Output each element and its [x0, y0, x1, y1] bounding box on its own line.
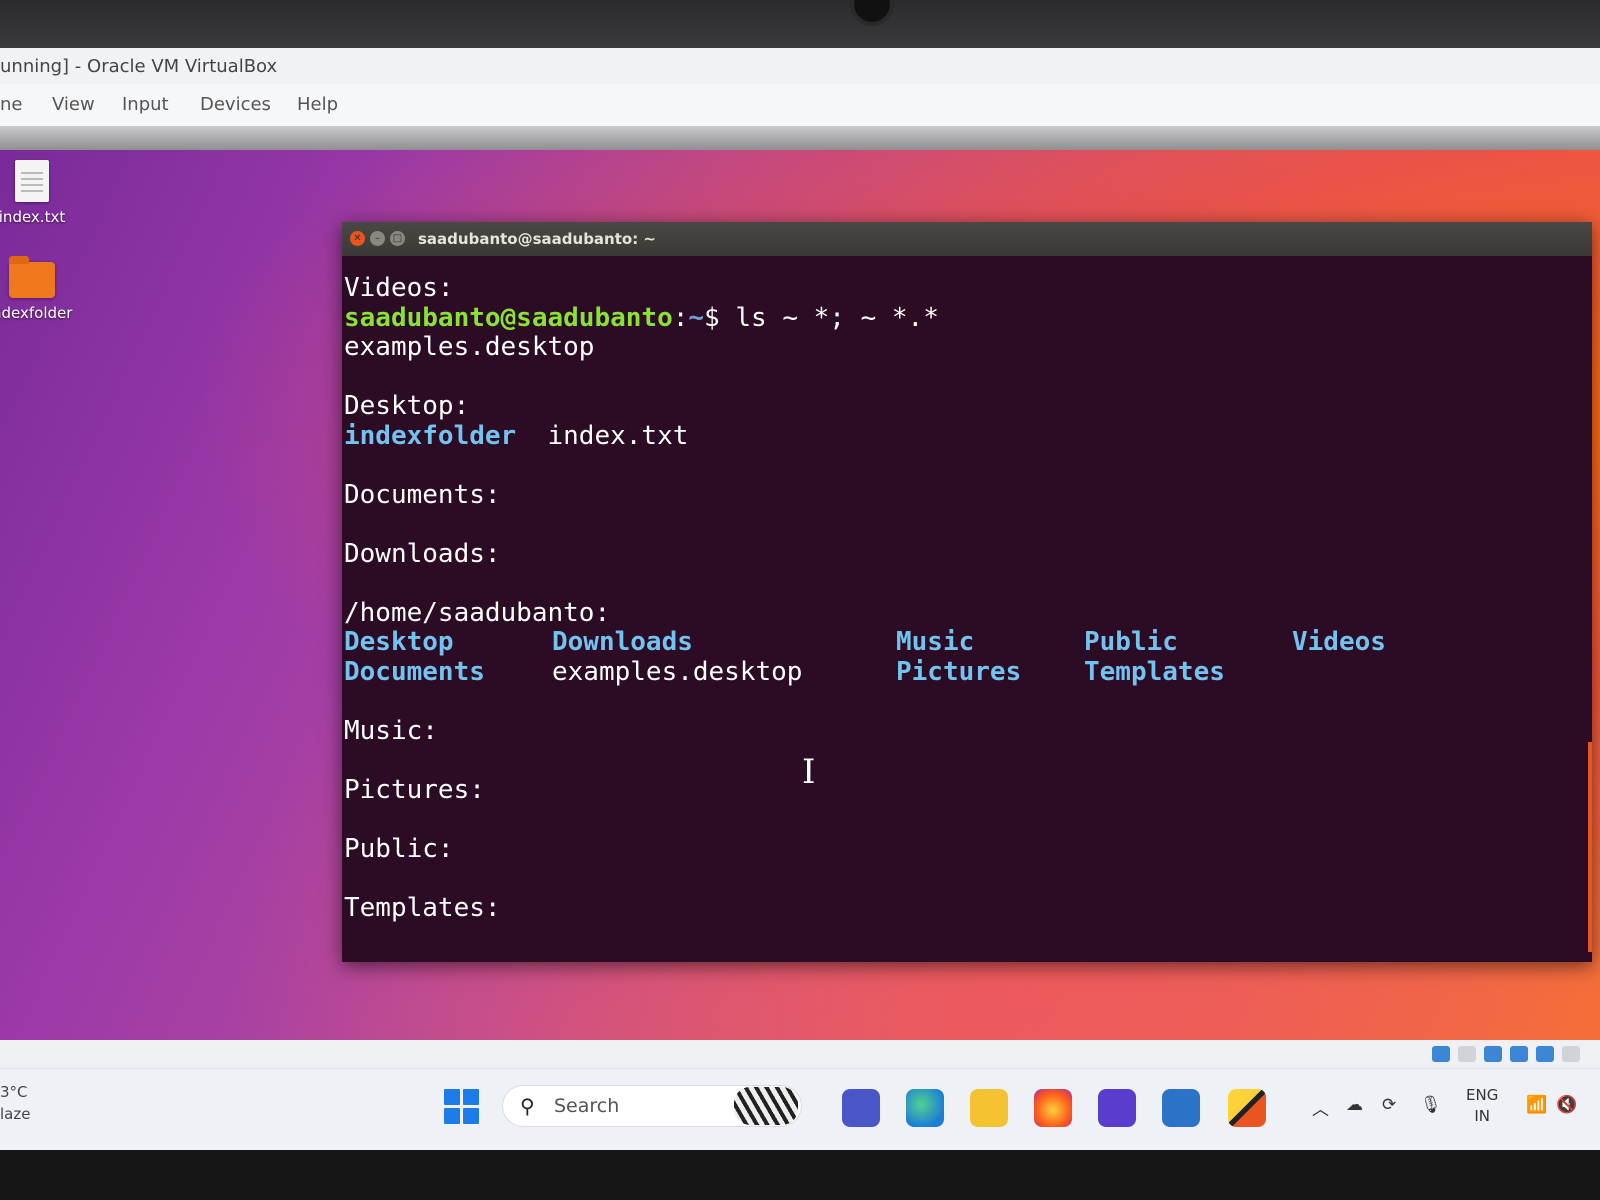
file-entry: index.txt — [547, 420, 689, 451]
file-explorer-icon[interactable] — [970, 1089, 1008, 1127]
microphone-icon[interactable]: 🎙 — [1420, 1095, 1442, 1115]
menu-help[interactable]: Help — [297, 94, 338, 115]
onedrive-icon[interactable]: ☁ — [1346, 1095, 1363, 1115]
virtualbox-titlebar: unning] - Oracle VM VirtualBox — [0, 48, 1600, 85]
webcam — [850, 0, 894, 26]
terminal-titlebar[interactable]: ✕ – □ saadubanto@saadubanto: ~ — [342, 222, 1592, 256]
dir-entry: Desktop — [344, 627, 454, 657]
search-highlight-image — [734, 1087, 798, 1125]
language-indicator[interactable]: ENG IN — [1466, 1085, 1498, 1127]
prompt-command: $ ls ~ *; ~ *.* — [704, 302, 939, 333]
wifi-icon[interactable]: 📶 — [1526, 1095, 1547, 1115]
prompt-user: saadubanto@saadubanto — [344, 302, 673, 333]
terminal-line: Pictures: — [344, 774, 485, 805]
menu-machine[interactable]: ne — [0, 94, 22, 115]
terminal-line: Documents: — [344, 479, 501, 510]
terminal-title: saadubanto@saadubanto: ~ — [418, 230, 656, 248]
audio-status-icon[interactable] — [1484, 1046, 1502, 1062]
teams-icon[interactable] — [842, 1089, 880, 1127]
language-code: ENG — [1466, 1086, 1499, 1104]
close-icon[interactable]: ✕ — [350, 231, 365, 246]
terminal-line: /home/saadubanto: — [344, 597, 611, 628]
ubuntu-desktop: index.txt ndexfolder ✕ – □ saadubanto@sa… — [0, 150, 1600, 1040]
dir-entry: Documents — [344, 656, 485, 687]
optical-status-icon[interactable] — [1458, 1046, 1476, 1062]
laptop-bezel-bottom — [0, 1150, 1600, 1200]
weather-description: laze — [0, 1105, 31, 1123]
virtualbox-icon[interactable] — [1162, 1089, 1200, 1127]
file-entry: examples.desktop — [552, 656, 803, 687]
text-file-icon — [15, 160, 49, 202]
terminal-line: Desktop: — [344, 391, 470, 421]
menu-view[interactable]: View — [52, 94, 95, 115]
windows-logo-icon — [444, 1089, 460, 1105]
network-status-icon[interactable] — [1510, 1046, 1528, 1062]
terminal-output[interactable]: Videos: saadubanto@saadubanto:~$ ls ~ *; … — [342, 256, 1592, 962]
chevron-up-icon[interactable]: ︿ — [1312, 1095, 1329, 1120]
terminal-line: Downloads: — [344, 538, 501, 569]
terminal-line: examples.desktop — [344, 332, 595, 362]
edge-icon[interactable] — [906, 1089, 944, 1127]
copilot-icon[interactable] — [1098, 1089, 1136, 1127]
terminal-line: Templates: — [344, 892, 501, 923]
firefox-icon[interactable] — [1034, 1089, 1072, 1127]
dir-entry: indexfolder — [344, 420, 517, 451]
sync-icon[interactable]: ⟳ — [1382, 1095, 1396, 1115]
terminal-line: Public: — [344, 833, 454, 864]
desktop-icon-label: ndexfolder — [0, 304, 73, 322]
virtualbox-status-bar — [0, 1040, 1600, 1068]
terminal-line: Documents examples.desktop Pictures Templat… — [344, 656, 1592, 688]
terminal-window[interactable]: ✕ – □ saadubanto@saadubanto: ~ Videos: sa… — [342, 222, 1592, 962]
storage-status-icon[interactable] — [1432, 1046, 1450, 1062]
scrollbar[interactable] — [1588, 742, 1592, 952]
minimize-icon[interactable]: – — [370, 231, 385, 246]
shared-folder-status-icon[interactable] — [1562, 1046, 1580, 1062]
search-placeholder: Search — [554, 1095, 620, 1117]
menu-input[interactable]: Input — [122, 94, 169, 115]
start-button[interactable] — [444, 1089, 480, 1125]
weather-temperature: 3°C — [0, 1083, 28, 1101]
desktop-icon-indexfolder[interactable]: ndexfolder — [0, 256, 73, 322]
terminal-line: Videos: — [344, 273, 454, 303]
dir-entry: Public — [1084, 627, 1178, 657]
taskbar-search[interactable]: ⚲ Search — [502, 1085, 802, 1127]
windows-taskbar: 3°C laze ⚲ Search ︿ ☁ ⟳ 🎙 ENG IN 📶 🔇 — [0, 1068, 1600, 1151]
desktop-icon-label: index.txt — [0, 208, 66, 226]
laptop-bezel-top — [0, 0, 1600, 48]
dir-entry: Music — [896, 627, 975, 657]
text-cursor-icon: I — [802, 752, 816, 792]
volume-muted-icon[interactable]: 🔇 — [1556, 1095, 1577, 1115]
folder-icon — [9, 256, 55, 298]
dir-entry: Downloads — [552, 627, 693, 657]
desktop-icon-index-txt[interactable]: index.txt — [0, 160, 72, 226]
maximize-icon[interactable]: □ — [390, 231, 405, 246]
terminal-prompt-line: saadubanto@saadubanto:~$ ls ~ *; ~ *.* — [344, 302, 1592, 334]
terminal-line: Desktop Downloads Music Public Videos — [344, 627, 1592, 658]
dir-entry: Videos — [1292, 627, 1386, 657]
terminal-line: indexfolder index.txt — [344, 420, 1592, 452]
usb-status-icon[interactable] — [1536, 1046, 1554, 1062]
menu-devices[interactable]: Devices — [200, 94, 271, 115]
search-icon: ⚲ — [520, 1094, 535, 1118]
virtualbox-menubar: ne View Input Devices Help — [0, 84, 1600, 126]
window-divider — [0, 126, 1600, 150]
terminal-line: Music: — [344, 715, 438, 746]
prompt-colon: : — [672, 302, 689, 333]
region-code: IN — [1474, 1107, 1490, 1125]
ubuntu-vm-icon[interactable] — [1228, 1089, 1266, 1127]
window-title: unning] - Oracle VM VirtualBox — [0, 56, 278, 77]
dir-entry: Templates — [1084, 656, 1225, 687]
weather-widget[interactable]: 3°C laze — [0, 1081, 30, 1125]
dir-entry: Pictures — [896, 656, 1022, 687]
prompt-path: ~ — [688, 302, 705, 333]
